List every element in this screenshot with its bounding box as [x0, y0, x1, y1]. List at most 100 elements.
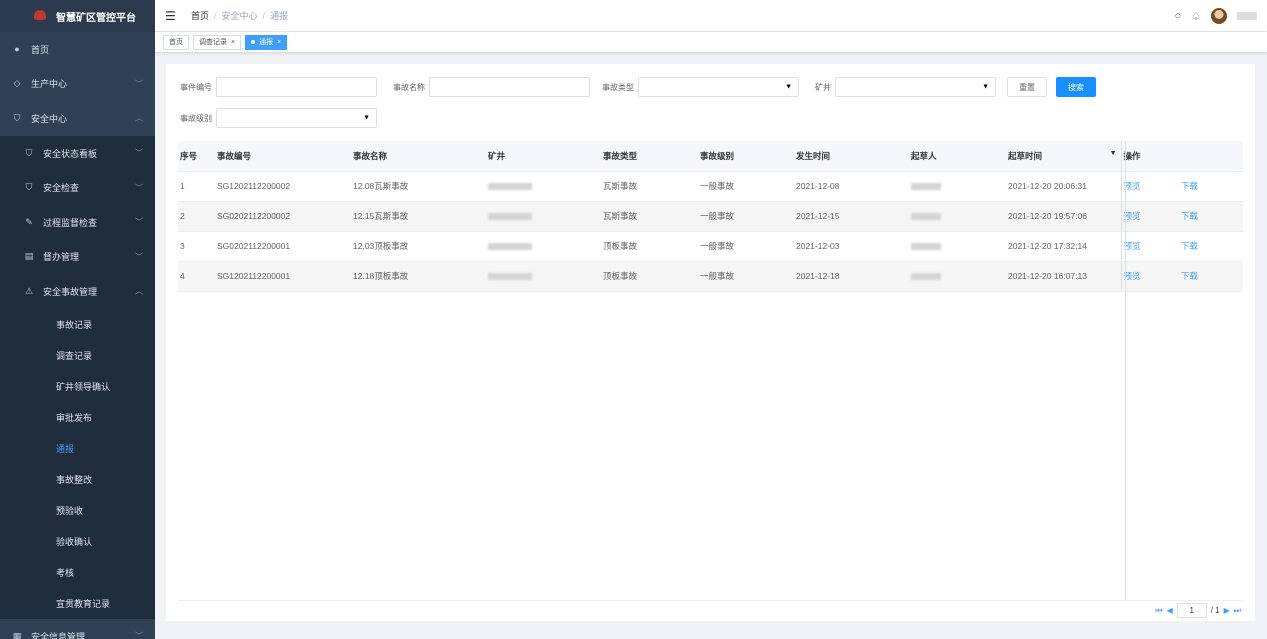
menu-toggle-icon[interactable]: ☰ [165, 9, 179, 23]
sidebar-item-label: 安全状态看板 [43, 148, 98, 159]
sidebar-item-label: 安全检查 [43, 183, 80, 194]
prev-page-icon[interactable]: ◀ [1167, 606, 1173, 615]
cell-code: SG1202112200002 [215, 171, 351, 202]
level-select[interactable]: ▼ [216, 108, 377, 128]
download-link[interactable]: 下载 [1181, 241, 1198, 251]
shield-icon: ⛉ [25, 182, 33, 193]
first-page-icon[interactable]: ⏮ [1155, 606, 1162, 616]
top-header: ☰ 首页 / 安全中心 / 通报 ○ ♤ [155, 0, 1267, 32]
breadcrumb-safety: 安全中心 [221, 11, 258, 21]
level-label: 事故级别 [180, 113, 212, 123]
table-row: 2 SG0202112200002 12.15瓦斯事故 瓦斯事故 一般事故 20… [178, 201, 1243, 232]
sidebar-item-safety-check[interactable]: ⛉ 安全检查 ﹀ [0, 170, 155, 205]
tag-investigation[interactable]: 调查记录 × [193, 34, 242, 50]
sidebar-leaf-rectification[interactable]: 事故整改 [0, 463, 155, 495]
sidebar-item-process-supervision[interactable]: ✎ 过程监督检查 ﹀ [0, 204, 155, 240]
col-name: 事故名称 [351, 141, 486, 172]
sidebar-item-safety[interactable]: ⛉ 安全中心 ︿ [0, 101, 155, 136]
preview-link[interactable]: 预览 [1124, 241, 1141, 251]
search-icon[interactable]: ○ [1174, 10, 1181, 22]
shield-icon: ⛉ [13, 112, 21, 123]
cell-index: 2 [178, 201, 215, 232]
cell-drafter [909, 231, 1006, 262]
close-icon[interactable]: × [231, 39, 235, 46]
cell-mine [486, 201, 601, 232]
page-total: / 1 [1210, 606, 1220, 615]
sidebar-item-home[interactable]: ● 首页 [0, 32, 155, 67]
sidebar-item-safety-dashboard[interactable]: ⛉ 安全状态看板 ﹀ [0, 135, 155, 171]
app-logo: 智慧矿区管控平台 [0, 0, 155, 32]
chevron-up-icon: ︿ [135, 113, 143, 123]
cell-mine [486, 231, 601, 262]
col-code: 事故编号 [215, 141, 351, 172]
preview-link[interactable]: 预览 [1124, 181, 1141, 191]
sidebar-leaf-accident-record[interactable]: 事故记录 [0, 308, 155, 340]
cell-drafter [909, 171, 1006, 202]
shield-icon: ⛉ [25, 147, 33, 158]
sidebar-item-production[interactable]: ◇ 生产中心 ﹀ [0, 67, 155, 102]
sidebar-leaf-education-record[interactable]: 宣贯教育记录 [0, 587, 155, 619]
tag-notice[interactable]: 通报 × [245, 34, 288, 50]
sidebar-leaf-notice[interactable]: 通报 [0, 432, 155, 464]
sidebar-leaf-pre-acceptance[interactable]: 预验收 [0, 494, 155, 526]
sidebar-item-supervise[interactable]: ▤ 督办管理 ﹀ [0, 239, 155, 275]
col-mine: 矿井 [486, 141, 601, 172]
event-name-label: 事故名称 [393, 82, 425, 92]
sidebar-leaf-approval[interactable]: 审批发布 [0, 401, 155, 433]
sidebar-item-label: 过程监督检查 [43, 217, 98, 228]
sort-icon[interactable]: ▼ [1110, 150, 1117, 157]
event-type-select[interactable]: ▼ [638, 77, 799, 97]
sidebar-leaf-investigation[interactable]: 调查记录 [0, 339, 155, 371]
dashboard-icon: ● [14, 44, 20, 55]
cell-drafter [909, 261, 1006, 292]
col-date: 发生时间 [794, 141, 909, 172]
download-link[interactable]: 下载 [1181, 211, 1198, 221]
preview-link[interactable]: 预览 [1124, 271, 1141, 281]
accident-table: 序号 事故编号 事故名称 矿井 事故类型 事故级别 发生时间 起草人 起草时间 ▼… [178, 141, 1243, 292]
sidebar-leaf-assessment[interactable]: 考核 [0, 556, 155, 588]
main-panel: 事件编号 事故名称 事故类型 ▼ 矿井 ▼ 重置 搜索 事故级别 ▼ 序号 事故 [166, 64, 1255, 621]
sidebar-leaf-leader-confirm[interactable]: 矿井领导确认 [0, 370, 155, 402]
cell-date: 2021-12-03 [794, 231, 909, 262]
dropdown-arrow-icon: ▼ [363, 114, 370, 122]
sidebar-item-accident-management[interactable]: ⚠ 安全事故管理 ︿ [0, 274, 155, 309]
tags-view: 首页 调查记录 × 通报 × [155, 32, 1267, 53]
breadcrumb-home[interactable]: 首页 [191, 9, 209, 22]
breadcrumb-separator: / [262, 10, 266, 21]
cell-type: 瓦斯事故 [601, 201, 698, 232]
cell-drafted-time: 2021-12-20 17:32:14 [1006, 231, 1121, 262]
search-button[interactable]: 搜索 [1056, 77, 1096, 97]
next-page-icon[interactable]: ▶ [1224, 606, 1230, 615]
preview-link[interactable]: 预览 [1124, 211, 1141, 221]
event-no-input[interactable] [216, 77, 377, 97]
last-page-icon[interactable]: ⏭ [1234, 606, 1241, 616]
redacted-drafter [911, 183, 941, 191]
download-link[interactable]: 下载 [1181, 181, 1198, 191]
page-number-input[interactable]: 1 [1176, 603, 1207, 618]
filter-actions: 重置 [1007, 77, 1047, 97]
user-name-redacted[interactable] [1237, 12, 1257, 20]
filter-event-no: 事件编号 [180, 77, 377, 97]
document-icon: ▤ [24, 251, 34, 262]
cell-date: 2021-12-08 [794, 171, 909, 202]
sidebar-item-safety-info[interactable]: ▦ 安全信息管理 ﹀ [0, 619, 155, 639]
app-title: 智慧矿区管控平台 [56, 12, 136, 24]
avatar[interactable] [1211, 8, 1227, 24]
event-type-label: 事故类型 [602, 82, 634, 92]
reset-button[interactable]: 重置 [1007, 77, 1047, 97]
cell-code: SG0202112200002 [215, 201, 351, 232]
cell-index: 3 [178, 231, 215, 262]
event-name-input[interactable] [429, 77, 590, 97]
sidebar-item-label: 督办管理 [43, 252, 80, 263]
sidebar-leaf-acceptance-confirm[interactable]: 验收确认 [0, 525, 155, 557]
close-icon[interactable]: × [277, 39, 281, 46]
mine-select[interactable]: ▼ [835, 77, 996, 97]
chevron-down-icon: ﹀ [135, 217, 143, 227]
download-link[interactable]: 下载 [1181, 271, 1198, 281]
bell-icon[interactable]: ♤ [1191, 10, 1201, 23]
breadcrumb: 首页 / 安全中心 / 通报 [191, 9, 288, 22]
sidebar-item-label: 首页 [31, 44, 50, 55]
cell-mine [486, 261, 601, 292]
tag-home[interactable]: 首页 [163, 34, 189, 50]
col-drafted-time[interactable]: 起草时间 ▼ [1006, 141, 1121, 172]
